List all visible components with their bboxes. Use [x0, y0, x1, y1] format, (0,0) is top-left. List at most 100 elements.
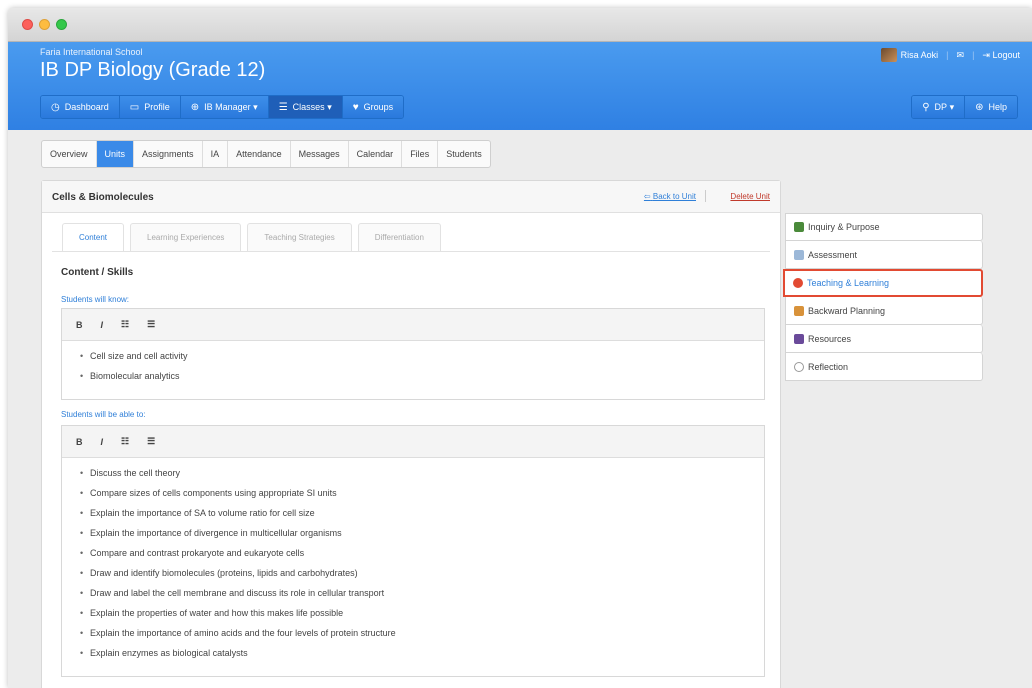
list-item: Explain the importance of SA to volume r…	[80, 508, 764, 518]
tab-calendar[interactable]: Calendar	[349, 141, 403, 167]
nav-profile[interactable]: ▭ Profile	[119, 96, 181, 118]
nav-classes[interactable]: ☰ Classes ▾	[268, 96, 343, 118]
mail-icon[interactable]: ✉	[957, 50, 965, 61]
list-item: Explain the properties of water and how …	[80, 608, 764, 618]
list-item: Cell size and cell activity	[80, 351, 764, 361]
tab-students[interactable]: Students	[438, 141, 490, 167]
sidebar-item-teaching-learning[interactable]: Teaching & Learning	[783, 269, 983, 297]
content-subtabs: Content Learning Experiences Teaching St…	[62, 223, 441, 251]
inquiry-icon	[794, 222, 804, 232]
list-item: Compare and contrast prokaryote and euka…	[80, 548, 764, 558]
divider: |	[946, 50, 949, 60]
editor-toolbar: B I ☷ ☰	[62, 309, 764, 341]
sidebar-item-label: Inquiry & Purpose	[808, 222, 880, 232]
editor-body[interactable]: Discuss the cell theory Compare sizes of…	[62, 458, 764, 658]
planning-icon	[794, 305, 804, 316]
tab-overview[interactable]: Overview	[42, 141, 97, 167]
main-nav: ◷ Dashboard ▭ Profile ⊕ IB Manager ▾ ☰ Class…	[40, 95, 405, 119]
sidebar-item-resources[interactable]: Resources	[785, 325, 983, 353]
list-item: Draw and label the cell membrane and dis…	[80, 588, 764, 598]
bold-button[interactable]: B	[76, 437, 83, 447]
list-item: Draw and identify biomolecules (proteins…	[80, 568, 764, 578]
sidebar-item-label: Assessment	[808, 249, 858, 260]
programme-dropdown[interactable]: ⚲ DP ▾	[912, 96, 966, 118]
course-title: IB DP Biology (Grade 12)	[40, 59, 266, 81]
sidebar-item-label: Teaching & Learning	[807, 278, 890, 288]
nav-dashboard[interactable]: ◷ Dashboard	[41, 96, 120, 118]
classes-icon: ☰	[278, 101, 288, 113]
list-item: Explain the importance of amino acids an…	[80, 628, 764, 638]
sidebar-item-backward-planning[interactable]: Backward Planning	[785, 297, 983, 325]
logout-icon: ⇥	[982, 49, 990, 60]
nav-label: Dashboard	[64, 102, 109, 112]
list-item: Explain the importance of divergence in …	[80, 528, 764, 538]
tab-units[interactable]: Units	[96, 141, 135, 167]
bold-button[interactable]: B	[76, 320, 83, 330]
able-label: Students will be able to:	[61, 410, 146, 419]
italic-button[interactable]: I	[101, 437, 104, 447]
clock-icon: ◷	[51, 101, 60, 113]
unit-panel: Cells & Biomolecules ⇦ Back to Unit Dele…	[41, 180, 781, 688]
tab-files[interactable]: Files	[402, 141, 439, 167]
school-name: Faria International School	[40, 47, 143, 57]
numbered-list-icon[interactable]: ☷	[121, 319, 129, 330]
divider	[52, 251, 770, 252]
editor-body[interactable]: Cell size and cell activity Biomolecular…	[62, 341, 764, 381]
title-bar	[8, 8, 1032, 42]
globe-icon: ⊕	[190, 101, 200, 113]
caret-down-icon: ▾	[327, 101, 332, 112]
list-item: Compare sizes of cells components using …	[80, 488, 764, 498]
help-button[interactable]: ⊛ Help	[965, 96, 1017, 118]
zoom-window-button[interactable]	[56, 19, 67, 30]
nav-label: Help	[988, 102, 1007, 112]
subtab-learning-experiences[interactable]: Learning Experiences	[130, 223, 242, 251]
back-label: Back to Unit	[652, 192, 696, 201]
user-bar: Risa Aoki | ✉ | ⇥ Logout	[880, 48, 1020, 62]
teaching-icon	[793, 278, 803, 288]
nav-ib-manager[interactable]: ⊕ IB Manager ▾	[180, 96, 269, 118]
tab-assignments[interactable]: Assignments	[134, 141, 203, 167]
card-icon: ▭	[129, 101, 140, 113]
nav-groups[interactable]: ♥ Groups	[342, 96, 404, 118]
bullet-list-icon[interactable]: ☰	[147, 319, 155, 330]
browser-window: Faria International School IB DP Biology…	[8, 8, 1032, 688]
subtab-content[interactable]: Content	[62, 223, 125, 251]
panel-header: Cells & Biomolecules ⇦ Back to Unit Dele…	[42, 181, 780, 213]
search-icon: ⚲	[922, 101, 930, 113]
minimize-window-button[interactable]	[39, 19, 50, 30]
nav-label: DP	[934, 102, 948, 112]
subtab-differentiation[interactable]: Differentiation	[357, 223, 441, 251]
tab-messages[interactable]: Messages	[291, 141, 349, 167]
sidebar-item-reflection[interactable]: Reflection	[785, 353, 983, 381]
unit-sections-sidebar: Inquiry & Purpose Assessment Teaching & …	[783, 213, 983, 381]
italic-button[interactable]: I	[101, 320, 104, 330]
class-tabs: Overview Units Assignments IA Attendance…	[41, 140, 491, 168]
close-window-button[interactable]	[22, 19, 33, 30]
list-item: Discuss the cell theory	[80, 468, 764, 478]
able-editor[interactable]: B I ☷ ☰ Discuss the cell theory Compare …	[61, 425, 765, 677]
subtab-teaching-strategies[interactable]: Teaching Strategies	[247, 223, 352, 251]
nav-label: Profile	[144, 102, 170, 112]
list-item: Biomolecular analytics	[80, 371, 764, 381]
avatar[interactable]	[880, 48, 897, 62]
user-name[interactable]: Risa Aoki	[901, 50, 939, 60]
back-to-unit-link[interactable]: ⇦ Back to Unit	[644, 192, 696, 201]
unit-title: Cells & Biomolecules	[52, 192, 154, 203]
nav-label: Groups	[363, 102, 394, 112]
tab-attendance[interactable]: Attendance	[228, 141, 291, 167]
right-nav: ⚲ DP ▾ ⊛ Help	[911, 95, 1018, 119]
bullet-list-icon[interactable]: ☰	[147, 436, 155, 447]
numbered-list-icon[interactable]: ☷	[121, 436, 129, 447]
logout-link[interactable]: Logout	[992, 50, 1020, 60]
caret-down-icon: ▾	[949, 101, 955, 112]
know-editor[interactable]: B I ☷ ☰ Cell size and cell activity Biom…	[61, 308, 765, 400]
app-header: Faria International School IB DP Biology…	[8, 42, 1032, 130]
groups-icon: ♥	[352, 101, 359, 113]
sidebar-item-inquiry-purpose[interactable]: Inquiry & Purpose	[785, 213, 983, 241]
tab-ia[interactable]: IA	[203, 141, 229, 167]
caret-down-icon: ▾	[253, 101, 258, 112]
sidebar-item-label: Reflection	[808, 361, 849, 372]
section-title: Content / Skills	[61, 267, 134, 278]
sidebar-item-assessment[interactable]: Assessment	[785, 241, 983, 269]
delete-unit-link[interactable]: Delete Unit	[730, 192, 770, 201]
